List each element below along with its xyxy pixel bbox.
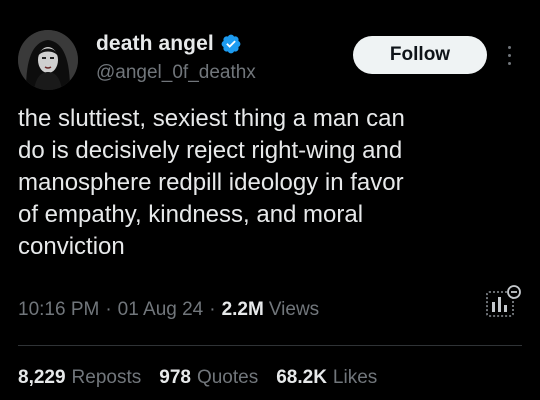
display-name[interactable]: death angel bbox=[96, 32, 214, 56]
quotes-count: 978 bbox=[159, 367, 191, 388]
author-handle[interactable]: @angel_0f_deathx bbox=[96, 62, 256, 84]
likes-label: Likes bbox=[332, 367, 378, 388]
more-dot bbox=[507, 61, 511, 65]
more-dot bbox=[507, 53, 511, 57]
verified-badge-icon bbox=[221, 34, 241, 54]
reposts-label: Reposts bbox=[71, 367, 142, 388]
engagement-stats: 8,229 Reposts 978 Quotes 68.2K Likes bbox=[18, 367, 395, 389]
likes-count: 68.2K bbox=[276, 367, 327, 388]
views-count: 2.2M bbox=[221, 299, 264, 320]
quotes-stat[interactable]: 978 Quotes bbox=[159, 367, 258, 389]
likes-stat[interactable]: 68.2K Likes bbox=[276, 367, 377, 389]
avatar[interactable] bbox=[18, 30, 78, 90]
more-vertical-icon[interactable] bbox=[502, 40, 516, 70]
tweet-meta: 10:16 PM · 01 Aug 24 · 2.2M Views bbox=[18, 299, 319, 321]
author-name-row[interactable]: death angel bbox=[96, 32, 242, 56]
tweet-date[interactable]: 01 Aug 24 bbox=[118, 299, 204, 321]
divider bbox=[18, 345, 522, 346]
tweet-time[interactable]: 10:16 PM bbox=[18, 299, 99, 321]
meta-separator: · bbox=[105, 299, 112, 320]
quotes-label: Quotes bbox=[196, 367, 259, 388]
follow-button[interactable]: Follow bbox=[353, 36, 487, 74]
analytics-icon[interactable] bbox=[484, 283, 522, 319]
avatar-image bbox=[18, 30, 78, 90]
analytics-graphic bbox=[486, 285, 521, 317]
views-label: Views bbox=[268, 299, 320, 320]
tweet-card: death angel @angel_0f_deathx Follow the … bbox=[0, 0, 540, 400]
meta-separator: · bbox=[209, 299, 216, 320]
tweet-text: the sluttiest, sexiest thing a man can d… bbox=[18, 105, 405, 260]
reposts-count: 8,229 bbox=[18, 367, 66, 388]
reposts-stat[interactable]: 8,229 Reposts bbox=[18, 367, 141, 389]
more-dot bbox=[507, 45, 511, 49]
